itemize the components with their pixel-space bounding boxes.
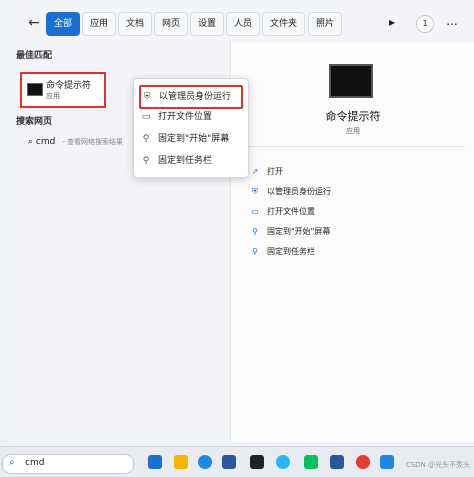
best-match-result[interactable]: 命令提示符 应用	[20, 72, 106, 108]
notification-count-badge[interactable]: 1	[416, 15, 434, 33]
action-pin-to-start[interactable]: ⚲ 固定到"开始"屏幕	[249, 226, 330, 237]
action-label: 以管理员身份运行	[267, 187, 331, 196]
divider	[241, 146, 465, 147]
browser-icon[interactable]	[276, 455, 290, 469]
pin-icon: ⚲	[142, 134, 150, 144]
store-icon[interactable]	[222, 455, 236, 469]
tab-folders[interactable]: 文件夹	[262, 12, 306, 36]
app-title: 命令提示符	[325, 110, 381, 123]
search-icon: ⌕	[9, 457, 15, 468]
edge-icon[interactable]	[198, 455, 212, 469]
folder-icon: ▭	[141, 112, 151, 122]
search-web-heading: 搜索网页	[16, 117, 53, 127]
pin-icon: ⚲	[252, 247, 258, 256]
search-filter-tabs: ← 全部 应用 文档 网页 设置 人员 文件夹 照片 ▸ 1 ...	[8, 12, 474, 36]
app-details-panel: 命令提示符 应用 ↗ 打开 ⛨ 以管理员身份运行 ▭ 打开文件位置 ⚲ 固定到"开始"屏…	[230, 42, 474, 442]
folder-icon: ▭	[251, 207, 259, 216]
admin-shield-icon: ⛨	[252, 187, 258, 196]
word-icon[interactable]	[330, 455, 344, 469]
back-arrow-icon[interactable]: ←	[26, 15, 42, 31]
web-search-hint: - 查看网络搜索结果	[62, 138, 123, 146]
tab-photos[interactable]: 照片	[308, 12, 343, 36]
web-search-query: cmd	[35, 137, 56, 147]
menu-item-open-file-location[interactable]: ▭ 打开文件位置	[140, 107, 244, 127]
action-open[interactable]: ↗ 打开	[249, 166, 283, 177]
pin-icon: ⚲	[142, 156, 150, 166]
taskbar-search-box[interactable]: ⌕ cmd	[2, 454, 134, 474]
app-type: 应用	[346, 127, 360, 135]
best-match-heading: 最佳匹配	[16, 51, 53, 61]
action-label: 固定到任务栏	[267, 247, 315, 256]
admin-shield-icon: ⛨	[143, 92, 151, 102]
menu-item-pin-to-taskbar[interactable]: ⚲ 固定到任务栏	[140, 151, 244, 171]
search-panel: ← 全部 应用 文档 网页 设置 人员 文件夹 照片 ▸ 1 ... 最佳匹配 …	[8, 0, 474, 442]
web-search-icon: ⌕	[28, 137, 34, 147]
menu-item-label: 固定到"开始"屏幕	[158, 134, 230, 144]
menu-item-label: 以管理员身份运行	[159, 92, 232, 102]
taskbar: ⌕ cmd	[0, 446, 474, 477]
tab-people[interactable]: 人员	[226, 12, 261, 36]
watermark: CSDN @光头不秃头	[405, 461, 470, 469]
tab-settings[interactable]: 设置	[190, 12, 225, 36]
menu-item-label: 固定到任务栏	[158, 156, 213, 166]
widgets-icon[interactable]	[174, 455, 188, 469]
terminal-icon[interactable]	[250, 455, 264, 469]
windows-icon[interactable]	[148, 455, 162, 469]
tab-apps[interactable]: 应用	[82, 12, 117, 36]
more-options-icon[interactable]: ...	[444, 15, 460, 31]
action-pin-to-taskbar[interactable]: ⚲ 固定到任务栏	[249, 246, 315, 257]
play-icon[interactable]: ▸	[384, 15, 400, 31]
web-search-item[interactable]: ⌕ cmd - 查看网络搜索结果	[28, 137, 123, 147]
best-match-name: 命令提示符	[46, 81, 92, 91]
open-icon: ↗	[251, 167, 259, 176]
action-label: 固定到"开始"屏幕	[267, 227, 331, 236]
action-label: 打开	[267, 167, 283, 176]
command-prompt-large-icon	[329, 64, 373, 98]
tab-web[interactable]: 网页	[154, 12, 189, 36]
tab-all[interactable]: 全部	[46, 12, 81, 36]
tab-documents[interactable]: 文档	[118, 12, 153, 36]
taskbar-search-value: cmd	[25, 458, 45, 468]
app-icon[interactable]	[380, 455, 394, 469]
action-label: 打开文件位置	[267, 207, 315, 216]
menu-item-label: 打开文件位置	[158, 112, 213, 122]
action-run-as-admin[interactable]: ⛨ 以管理员身份运行	[249, 186, 331, 197]
pin-icon: ⚲	[252, 227, 258, 236]
netease-icon[interactable]	[356, 455, 370, 469]
menu-item-run-as-admin[interactable]: ⛨ 以管理员身份运行	[139, 85, 243, 109]
context-menu: ⛨ 以管理员身份运行 ▭ 打开文件位置 ⚲ 固定到"开始"屏幕 ⚲ 固定到任务栏	[133, 78, 249, 178]
wechat-icon[interactable]	[304, 455, 318, 469]
action-open-file-location[interactable]: ▭ 打开文件位置	[249, 206, 315, 217]
menu-item-pin-to-start[interactable]: ⚲ 固定到"开始"屏幕	[140, 129, 244, 149]
best-match-type: 应用	[46, 92, 60, 100]
command-prompt-icon	[27, 83, 43, 96]
